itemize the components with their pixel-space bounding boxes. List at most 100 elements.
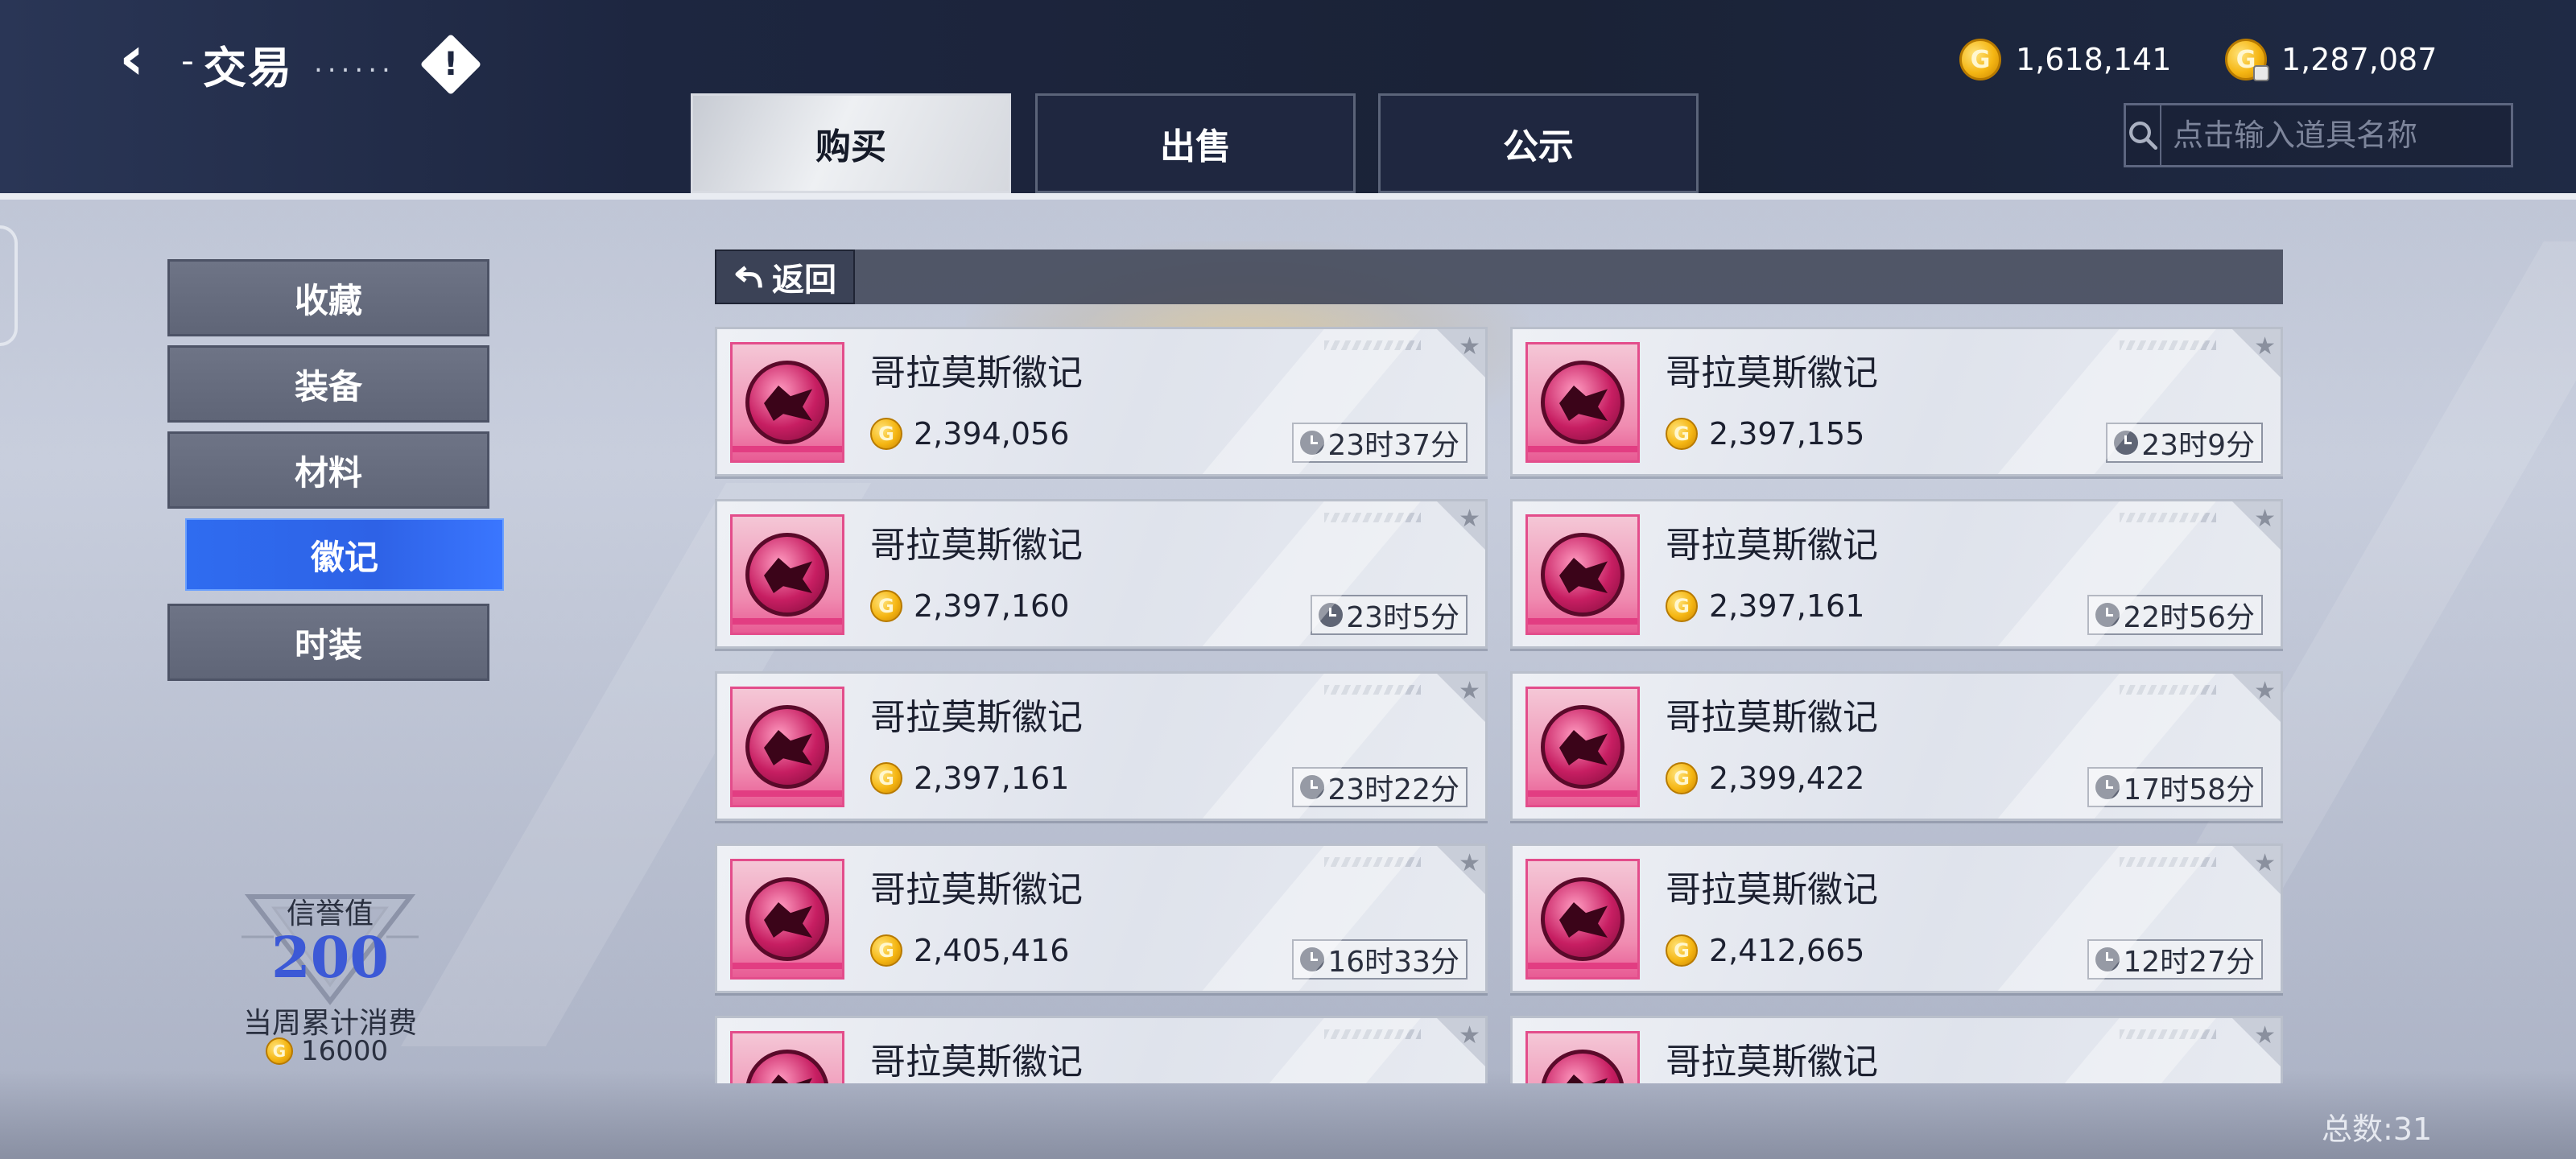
item-name: 哥拉莫斯徽记 [870, 869, 1083, 910]
emblem-icon [745, 705, 829, 789]
search-box [2124, 103, 2553, 167]
gold-coin-icon: G [870, 418, 902, 450]
clock-icon [1300, 775, 1325, 799]
time-remaining: 16时33分 [1292, 939, 1468, 980]
time-remaining: 23时37分 [1292, 423, 1468, 463]
listing-card[interactable]: ★ 哥拉莫斯徽记 G 2,399,422 17时58分 [1510, 671, 2283, 821]
weekly-spend: G 16000 [266, 1035, 388, 1067]
item-price-value: 2,397,161 [914, 761, 1070, 796]
gold-coin-icon: G [1666, 934, 1698, 967]
currency-gold-value: 1,618,141 [2016, 42, 2172, 77]
listing-card[interactable]: ★ 哥拉莫斯徽记 G 2,397,161 23时22分 [715, 671, 1488, 821]
listing-card[interactable]: ★ 哥拉莫斯徽记 G 2,405,416 16时33分 [715, 843, 1488, 993]
item-name: 哥拉莫斯徽记 [1666, 353, 1878, 394]
item-price: G 2,394,056 [870, 416, 1069, 452]
item-price: G 2,399,422 [1666, 761, 1864, 796]
listing-card[interactable]: ★ 哥拉莫斯徽记 G 2,412,665 12时27分 [1510, 843, 2283, 993]
clock-icon [1300, 431, 1325, 455]
favorite-star-icon[interactable]: ★ [1459, 332, 1480, 361]
time-remaining: 17时58分 [2087, 767, 2263, 807]
item-thumbnail [730, 1031, 844, 1083]
item-name: 哥拉莫斯徽记 [870, 525, 1083, 566]
item-name: 哥拉莫斯徽记 [870, 1041, 1083, 1083]
listing-card[interactable]: ★ 哥拉莫斯徽记 G 2,397,161 22时56分 [1510, 499, 2283, 649]
sidebar-item-fashion[interactable]: 时装 [167, 604, 489, 681]
item-name: 哥拉莫斯徽记 [870, 353, 1083, 394]
time-remaining-value: 17时58分 [2123, 773, 2255, 806]
time-remaining: 23时9分 [2106, 423, 2263, 463]
time-remaining-value: 23时37分 [1327, 429, 1459, 462]
listing-card[interactable]: ★ 哥拉莫斯徽记 [715, 1016, 1488, 1083]
favorite-star-icon[interactable]: ★ [2254, 505, 2276, 533]
item-price: G 2,397,161 [1666, 588, 1864, 624]
emblem-icon [1541, 877, 1624, 961]
sidebar-item-equipment[interactable]: 装备 [167, 345, 489, 423]
emblem-icon [1541, 705, 1624, 789]
clock-icon [2114, 431, 2139, 455]
currency-gold: G 1,618,141 [1959, 35, 2171, 84]
item-price-value: 2,397,155 [1709, 416, 1865, 452]
info-button[interactable]: ! [419, 33, 482, 96]
sidebar-item-emblems[interactable]: 徽记 [185, 518, 504, 591]
total-count: 总数:31 [2322, 1112, 2433, 1147]
credit-panel: 信誉值 200 [225, 877, 435, 1014]
item-name: 哥拉莫斯徽记 [1666, 869, 1878, 910]
tab-sell[interactable]: 出售 [1035, 93, 1356, 193]
currency-bound-gold: G 1,287,087 [2225, 35, 2437, 84]
back-button[interactable]: ‹ [119, 26, 167, 93]
item-thumbnail [730, 687, 844, 807]
bound-gold-coin-icon: G [2225, 39, 2269, 81]
item-price: G 2,397,155 [1666, 416, 1864, 452]
item-price-value: 2,394,056 [914, 416, 1070, 452]
search-icon[interactable] [2126, 105, 2161, 165]
sidebar-item-favorites[interactable]: 收藏 [167, 259, 489, 336]
favorite-star-icon[interactable]: ★ [1459, 1021, 1480, 1050]
gold-coin-icon: G [1959, 39, 2001, 80]
emblem-icon [1541, 361, 1624, 444]
favorite-star-icon[interactable]: ★ [2254, 332, 2276, 361]
gold-coin-icon: G [1666, 590, 1698, 622]
favorite-star-icon[interactable]: ★ [2254, 1021, 2276, 1050]
title-suffix: ...... [314, 47, 395, 79]
clock-icon [2095, 947, 2120, 971]
gold-coin-icon: G [870, 762, 902, 794]
time-remaining: 22时56分 [2087, 595, 2263, 635]
gold-coin-icon: G [870, 590, 902, 622]
emblem-icon [745, 533, 829, 617]
gold-coin-icon: G [1666, 762, 1698, 794]
time-remaining-value: 23时9分 [2141, 429, 2255, 462]
clock-icon [2095, 603, 2120, 627]
emblem-icon [1541, 1050, 1624, 1083]
listing-card[interactable]: ★ 哥拉莫斯徽记 [1510, 1016, 2283, 1083]
page-title: 交易 [203, 43, 293, 93]
item-price: G 2,405,416 [870, 933, 1069, 968]
search-input[interactable] [2161, 105, 2553, 165]
sidebar-item-materials[interactable]: 材料 [167, 431, 489, 509]
return-arrow-icon [735, 266, 762, 288]
item-name: 哥拉莫斯徽记 [1666, 1041, 1878, 1083]
emblem-icon [1541, 533, 1624, 617]
listing-card[interactable]: ★ 哥拉莫斯徽记 G 2,397,155 23时9分 [1510, 327, 2283, 476]
favorite-star-icon[interactable]: ★ [1459, 849, 1480, 877]
tab-announcement[interactable]: 公示 [1378, 93, 1699, 193]
listing-card[interactable]: ★ 哥拉莫斯徽记 G 2,394,056 23时37分 [715, 327, 1488, 476]
item-price: G 2,412,665 [1666, 933, 1864, 968]
time-remaining-value: 23时5分 [1346, 601, 1459, 634]
listing-card[interactable]: ★ 哥拉莫斯徽记 G 2,397,160 23时5分 [715, 499, 1488, 649]
header-divider [0, 193, 2576, 200]
item-thumbnail [730, 859, 844, 980]
favorite-star-icon[interactable]: ★ [2254, 677, 2276, 705]
item-price-value: 2,397,161 [1709, 588, 1865, 624]
favorite-star-icon[interactable]: ★ [1459, 505, 1480, 533]
item-price: G 2,397,160 [870, 588, 1069, 624]
favorite-star-icon[interactable]: ★ [1459, 677, 1480, 705]
item-price-value: 2,412,665 [1709, 933, 1865, 968]
tab-buy[interactable]: 购买 [691, 93, 1011, 193]
listing-grid: ★ 哥拉莫斯徽记 G 2,394,056 23时37分 ★ 哥拉莫斯徽记 G 2,3… [715, 327, 2283, 1083]
time-remaining: 12时27分 [2087, 939, 2263, 980]
item-price-value: 2,405,416 [914, 933, 1070, 968]
return-button[interactable]: 返回 [715, 250, 855, 304]
gold-coin-icon: G [266, 1037, 293, 1065]
back-arrow-icon: ‹ [119, 22, 145, 93]
favorite-star-icon[interactable]: ★ [2254, 849, 2276, 877]
